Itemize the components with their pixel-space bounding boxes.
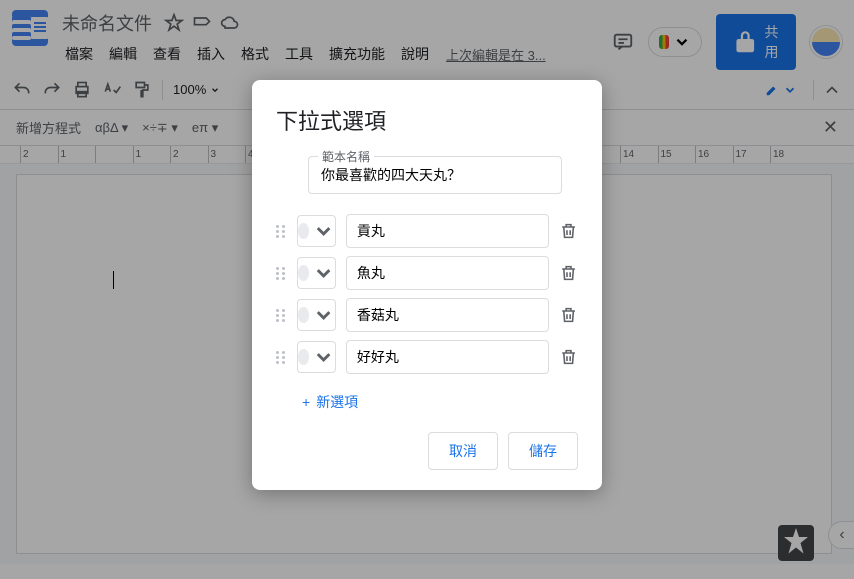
dropdown-options-dialog: 下拉式選項 範本名稱 + 新選項 取消 儲存	[252, 80, 602, 490]
option-text-input[interactable]	[346, 298, 549, 332]
drag-handle-icon[interactable]	[276, 225, 287, 238]
plus-icon: +	[302, 394, 310, 410]
option-color-chip[interactable]	[297, 299, 335, 331]
option-text-input[interactable]	[346, 256, 549, 290]
drag-handle-icon[interactable]	[276, 267, 287, 280]
modal-overlay: 下拉式選項 範本名稱 + 新選項 取消 儲存	[0, 0, 854, 579]
add-option-button[interactable]: + 新選項	[252, 378, 602, 422]
option-text-input[interactable]	[346, 340, 549, 374]
dialog-title: 下拉式選項	[252, 104, 602, 148]
save-button[interactable]: 儲存	[508, 432, 578, 470]
option-row	[252, 294, 602, 336]
option-color-chip[interactable]	[297, 341, 335, 373]
drag-handle-icon[interactable]	[276, 309, 287, 322]
drag-handle-icon[interactable]	[276, 351, 287, 364]
delete-option-icon[interactable]	[559, 347, 578, 367]
option-text-input[interactable]	[346, 214, 549, 248]
option-row	[252, 210, 602, 252]
delete-option-icon[interactable]	[559, 305, 578, 325]
option-row	[252, 252, 602, 294]
cancel-button[interactable]: 取消	[428, 432, 498, 470]
option-color-chip[interactable]	[297, 257, 335, 289]
delete-option-icon[interactable]	[559, 263, 578, 283]
option-row	[252, 336, 602, 378]
delete-option-icon[interactable]	[559, 221, 578, 241]
option-color-chip[interactable]	[297, 215, 335, 247]
template-name-label: 範本名稱	[318, 148, 374, 165]
